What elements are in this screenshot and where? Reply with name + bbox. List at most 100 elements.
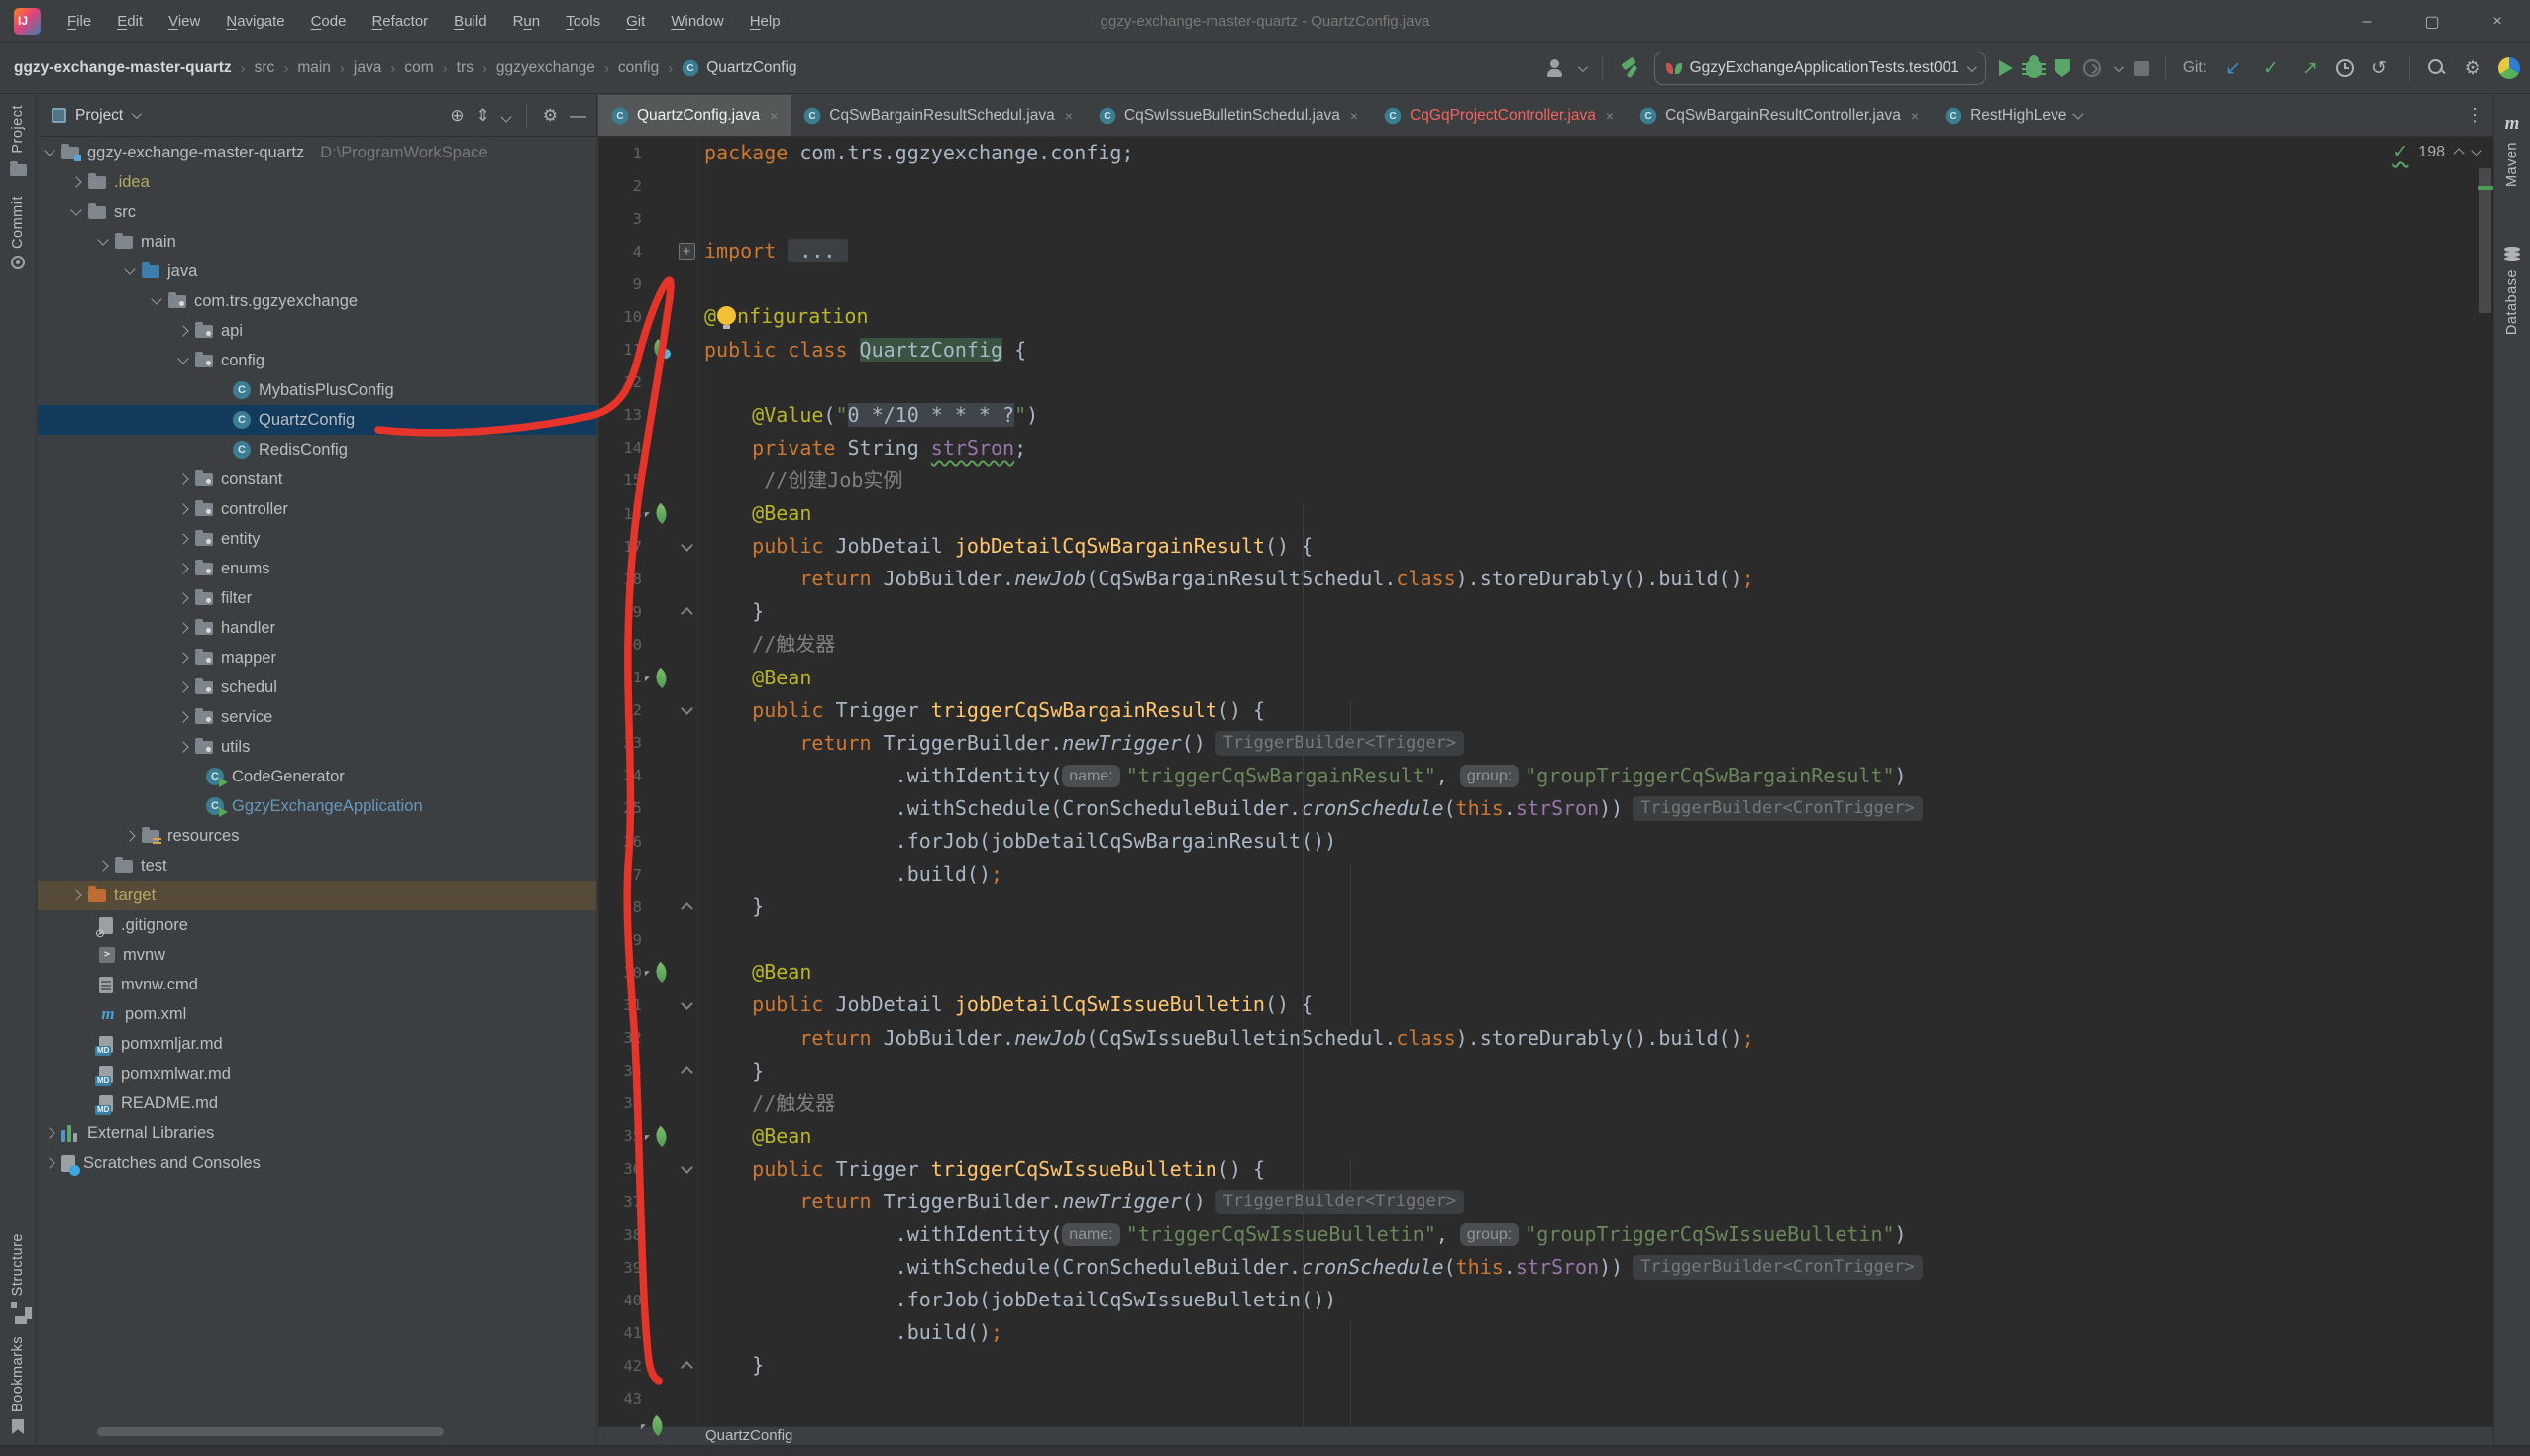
expand-all-icon[interactable]: ⇕	[476, 106, 490, 126]
fold-marker-icon[interactable]	[681, 1066, 693, 1079]
fold-marker-icon[interactable]	[681, 607, 693, 620]
code-line[interactable]: 40 .forJob(jobDetailCqSwIssueBulletin())	[598, 1284, 2493, 1316]
breadcrumb-item[interactable]: trs	[457, 59, 474, 77]
menu-code[interactable]: Code	[300, 9, 358, 34]
tree-row[interactable]: External Libraries	[38, 1118, 596, 1148]
tree-row[interactable]: .idea	[38, 167, 596, 197]
fold-marker-icon[interactable]	[681, 902, 693, 915]
debug-button[interactable]	[2026, 59, 2042, 78]
spring-bean-icon[interactable]	[650, 1126, 671, 1147]
menu-help[interactable]: Help	[739, 9, 791, 34]
spring-bean-icon[interactable]	[650, 503, 671, 524]
code-line[interactable]: 10@nfiguration	[598, 300, 2493, 333]
breadcrumb-item[interactable]: ggzy-exchange-master-quartz	[14, 59, 232, 77]
tree-row[interactable]: api	[38, 316, 596, 346]
menu-tools[interactable]: Tools	[555, 9, 611, 34]
toolwindow-tab-bookmarks[interactable]: Bookmarks	[10, 1326, 26, 1444]
code-line[interactable]: 17 public JobDetail jobDetailCqSwBargain…	[598, 530, 2493, 563]
code-line[interactable]: 15 //创建Job实例	[598, 465, 2493, 497]
spring-bean-icon[interactable]	[650, 962, 671, 983]
chevron-collapsed-icon[interactable]	[70, 176, 81, 187]
code-line[interactable]: 16 @Bean	[598, 497, 2493, 530]
chevron-collapsed-icon[interactable]	[177, 592, 188, 603]
chevron-expanded-icon[interactable]	[70, 204, 81, 215]
code-line[interactable]: 11public class QuartzConfig {	[598, 334, 2493, 366]
collapse-all-icon[interactable]	[500, 111, 511, 122]
breadcrumb-item[interactable]: main	[297, 59, 331, 77]
code-line[interactable]: 12	[598, 366, 2493, 399]
chevron-collapsed-icon[interactable]	[97, 860, 108, 871]
close-icon[interactable]: ×	[2465, 0, 2530, 43]
code-line[interactable]: 39 .withSchedule(CronScheduleBuilder.cro…	[598, 1251, 2493, 1284]
tree-row[interactable]: src	[38, 197, 596, 227]
tree-row[interactable]: enums	[38, 554, 596, 583]
editor-tab[interactable]: CqSwBargainResultSchedul.java×	[791, 95, 1086, 136]
toolwindow-tab-maven[interactable]: m Maven	[2504, 103, 2520, 197]
tree-row[interactable]: mapper	[38, 643, 596, 673]
search-icon[interactable]	[2427, 58, 2447, 78]
run-config-selector[interactable]: GgzyExchangeApplicationTests.test001	[1654, 52, 1986, 85]
chevron-collapsed-icon[interactable]	[177, 503, 188, 514]
tree-row[interactable]: mvnw	[38, 940, 596, 970]
code-line[interactable]: 26 .forJob(jobDetailCqSwBargainResult())	[598, 825, 2493, 858]
code-line[interactable]: 42 }	[598, 1349, 2493, 1382]
toolwindow-tab-database[interactable]: Database	[2504, 197, 2520, 345]
menu-refactor[interactable]: Refactor	[361, 9, 439, 34]
toolwindow-tab-project[interactable]: Project	[10, 95, 27, 186]
chevron-collapsed-icon[interactable]	[177, 652, 188, 663]
chevron-collapsed-icon[interactable]	[177, 473, 188, 484]
chevron-down-icon[interactable]	[2073, 108, 2084, 119]
locate-file-icon[interactable]: ⊕	[450, 106, 464, 126]
editor-tab[interactable]: CqGqProjectController.java×	[1371, 95, 1627, 136]
code-line[interactable]: 25 .withSchedule(CronScheduleBuilder.cro…	[598, 792, 2493, 825]
build-hammer-icon[interactable]	[1620, 57, 1641, 79]
code-line[interactable]: 19 }	[598, 595, 2493, 628]
code-line[interactable]: 30 @Bean	[598, 956, 2493, 988]
code-line[interactable]: 34 //触发器	[598, 1088, 2493, 1120]
maximize-icon[interactable]: ▢	[2399, 0, 2465, 43]
code-line[interactable]: 41 .build();	[598, 1316, 2493, 1349]
spring-bean-class-icon[interactable]	[652, 342, 671, 359]
close-tab-icon[interactable]: ×	[770, 108, 778, 124]
tree-row[interactable]: Scratches and Consoles	[38, 1148, 596, 1178]
tree-row[interactable]: filter	[38, 583, 596, 613]
tree-row[interactable]: ggzy-exchange-master-quartzD:\ProgramWor…	[38, 138, 596, 167]
code-line[interactable]: 14 private String strSron;	[598, 432, 2493, 465]
fold-marker-icon[interactable]	[681, 1361, 693, 1374]
chevron-collapsed-icon[interactable]	[44, 1127, 54, 1138]
chevron-expanded-icon[interactable]	[97, 234, 108, 245]
intention-bulb-icon[interactable]	[717, 306, 736, 325]
close-tab-icon[interactable]: ×	[1911, 108, 1919, 124]
tree-row[interactable]: pom.xml	[38, 999, 596, 1029]
close-tab-icon[interactable]: ×	[1606, 108, 1614, 124]
minimize-icon[interactable]: –	[2334, 0, 2399, 43]
tree-row[interactable]: QuartzConfig	[38, 405, 596, 435]
tree-row[interactable]: constant	[38, 465, 596, 494]
tree-row[interactable]: resources	[38, 821, 596, 851]
tree-row[interactable]: MybatisPlusConfig	[38, 375, 596, 405]
code-line[interactable]: 2	[598, 169, 2493, 202]
profiler-button[interactable]	[2083, 59, 2101, 77]
code-line[interactable]: 28 }	[598, 890, 2493, 923]
tree-row[interactable]: config	[38, 346, 596, 375]
code-line[interactable]: 1package com.trs.ggzyexchange.config;	[598, 137, 2493, 169]
tree-row[interactable]: pomxmljar.md	[38, 1029, 596, 1059]
more-tabs-icon[interactable]: ⋮	[2466, 105, 2483, 126]
breadcrumb-item[interactable]: java	[354, 59, 381, 77]
coverage-button[interactable]	[2055, 59, 2070, 77]
fold-marker-icon[interactable]	[681, 702, 693, 715]
editor-tab[interactable]: CqSwIssueBulletinSchedul.java×	[1086, 95, 1371, 136]
menu-build[interactable]: Build	[443, 9, 497, 34]
rollback-icon[interactable]: ↺	[2367, 55, 2392, 81]
code-line[interactable]: 24 .withIdentity(name:"triggerCqSwBargai…	[598, 760, 2493, 792]
tree-row[interactable]: entity	[38, 524, 596, 554]
chevron-collapsed-icon[interactable]	[70, 889, 81, 900]
user-dropdown-icon[interactable]	[1578, 62, 1588, 72]
user-icon[interactable]	[1545, 58, 1565, 78]
code-line[interactable]: 33 }	[598, 1055, 2493, 1088]
panel-settings-gear-icon[interactable]: ⚙	[543, 106, 558, 126]
code-line[interactable]: 9	[598, 267, 2493, 300]
run-button[interactable]	[1999, 60, 2013, 76]
code-line[interactable]: 37 return TriggerBuilder.newTrigger()Tri…	[598, 1186, 2493, 1218]
chevron-collapsed-icon[interactable]	[177, 741, 188, 752]
